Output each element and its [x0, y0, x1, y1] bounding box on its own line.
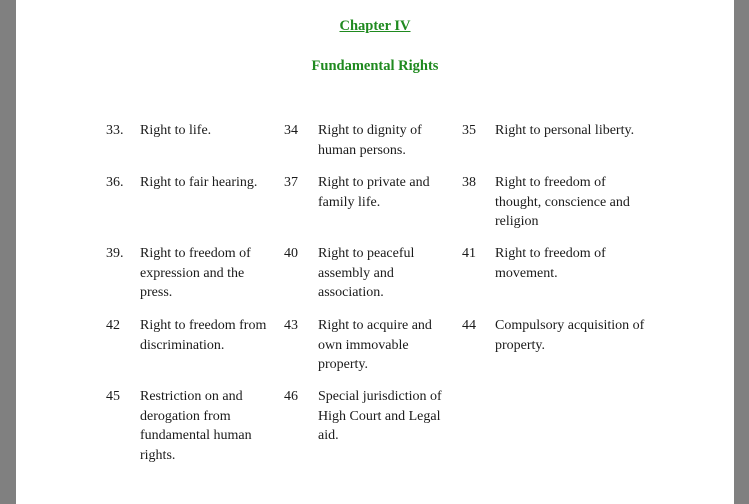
section-number: 42 — [106, 318, 120, 333]
section-number: 45 — [106, 389, 120, 404]
section-title-text: Right to fair hearing. — [140, 175, 258, 190]
section-title-text: Right to private and family life. — [318, 175, 430, 210]
section-title-text: Right to freedom of movement. — [495, 246, 606, 281]
section-number: 44 — [462, 318, 476, 333]
section-title-text: Restriction on and derogation from funda… — [140, 389, 252, 464]
section-number: 38 — [462, 175, 476, 190]
section-number: 40 — [284, 246, 298, 261]
section-title-text: Right to dignity of human persons. — [318, 123, 422, 158]
section-number: 36. — [106, 175, 124, 190]
document-page: Chapter IV Fundamental Rights 33. Right … — [16, 0, 734, 504]
sections-table: 33. Right to life. 34 Right to dignity o… — [16, 0, 734, 504]
section-number: 37 — [284, 175, 298, 190]
section-number: 43 — [284, 318, 298, 333]
section-title-text: Special jurisdiction of High Court and L… — [318, 389, 442, 444]
section-title-text: Compulsory acquisition of property. — [495, 318, 645, 353]
section-title-text: Right to freedom of thought, conscience … — [495, 175, 630, 230]
section-number: 33. — [106, 123, 124, 138]
section-number: 34 — [284, 123, 298, 138]
section-number: 35 — [462, 123, 476, 138]
section-title-text: Right to freedom from discrimination. — [140, 318, 267, 353]
section-number: 46 — [284, 389, 298, 404]
section-title-text: Right to personal liberty. — [495, 123, 635, 138]
section-title-text: Right to life. — [140, 123, 212, 138]
section-number: 41 — [462, 246, 476, 261]
section-title-text: Right to freedom of expression and the p… — [140, 246, 251, 301]
section-title-text: Right to peaceful assembly and associati… — [318, 246, 415, 301]
section-number: 39. — [106, 246, 124, 261]
section-title-text: Right to acquire and own immovable prope… — [318, 318, 432, 373]
